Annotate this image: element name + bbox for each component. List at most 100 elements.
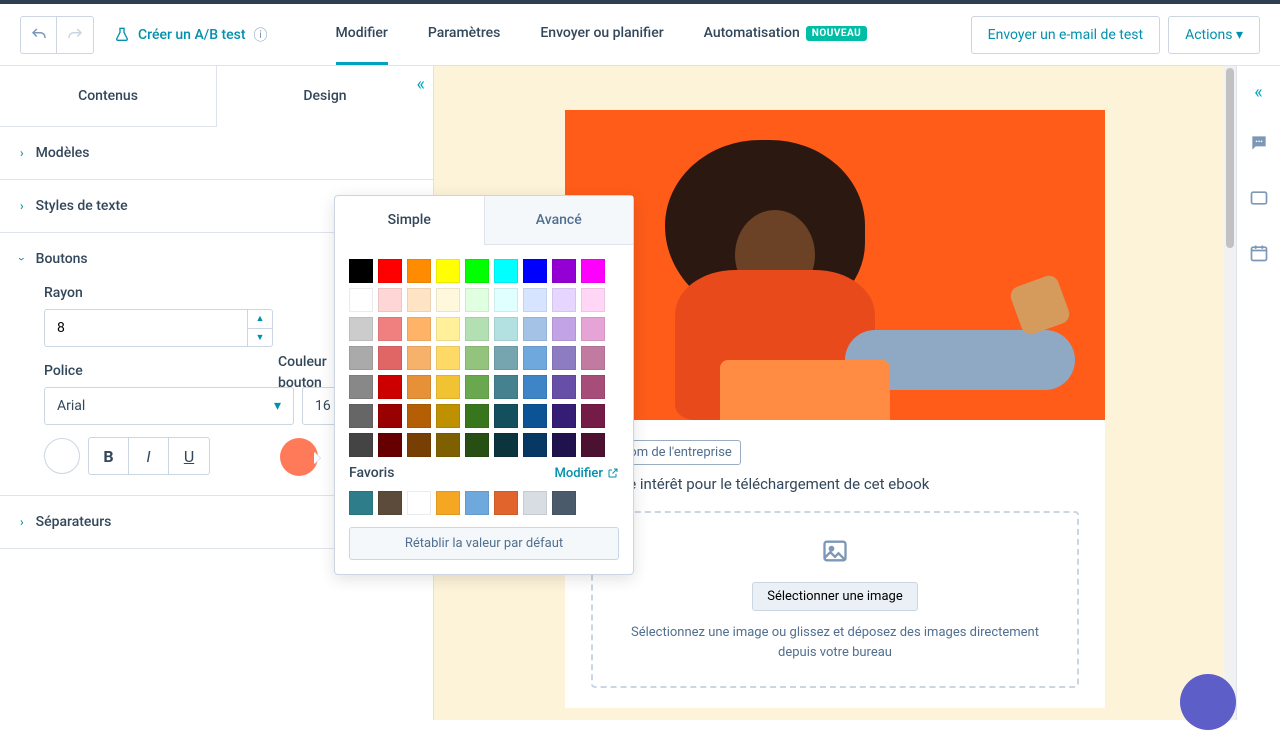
color-swatch[interactable] [378, 259, 402, 283]
sidebar-tab-contenus[interactable]: Contenus [0, 66, 217, 127]
color-swatch[interactable] [523, 288, 547, 312]
send-test-button[interactable]: Envoyer un e-mail de test [971, 16, 1160, 54]
color-swatch[interactable] [407, 346, 431, 370]
color-swatch[interactable] [436, 346, 460, 370]
button-color-swatch[interactable] [280, 438, 318, 476]
color-swatch[interactable] [407, 375, 431, 399]
collapse-sidebar-button[interactable]: « [417, 74, 425, 95]
tab-envoyer[interactable]: Envoyer ou planifier [540, 4, 663, 65]
color-swatch[interactable] [494, 288, 518, 312]
color-swatch[interactable] [581, 317, 605, 341]
favorite-swatch[interactable] [552, 491, 576, 515]
color-tab-advanced[interactable]: Avancé [485, 196, 634, 245]
color-swatch[interactable] [349, 288, 373, 312]
color-swatch[interactable] [581, 375, 605, 399]
modify-favorites-link[interactable]: Modifier [554, 466, 619, 481]
favorite-swatch[interactable] [494, 491, 518, 515]
color-swatch[interactable] [552, 288, 576, 312]
italic-button[interactable]: I [129, 438, 169, 474]
color-swatch[interactable] [465, 404, 489, 428]
color-swatch[interactable] [436, 433, 460, 457]
color-swatch[interactable] [494, 375, 518, 399]
color-swatch[interactable] [436, 317, 460, 341]
color-swatch[interactable] [349, 317, 373, 341]
color-swatch[interactable] [581, 433, 605, 457]
color-swatch[interactable] [523, 346, 547, 370]
color-swatch[interactable] [465, 346, 489, 370]
color-swatch[interactable] [436, 404, 460, 428]
redo-button[interactable] [57, 17, 93, 53]
favorite-swatch[interactable] [465, 491, 489, 515]
color-swatch[interactable] [378, 375, 402, 399]
tab-parametres[interactable]: Paramètres [428, 4, 501, 65]
color-swatch[interactable] [407, 317, 431, 341]
actions-button[interactable]: Actions ▾ [1168, 16, 1260, 54]
hero-image[interactable] [565, 110, 1105, 420]
text-color-swatch[interactable] [44, 438, 80, 474]
section-modeles[interactable]: ›Modèles [0, 127, 433, 179]
color-swatch[interactable] [378, 288, 402, 312]
favorite-swatch[interactable] [407, 491, 431, 515]
color-swatch[interactable] [552, 259, 576, 283]
color-swatch[interactable] [581, 404, 605, 428]
color-swatch[interactable] [465, 317, 489, 341]
favorite-swatch[interactable] [349, 491, 373, 515]
color-swatch[interactable] [465, 433, 489, 457]
reset-color-button[interactable]: Rétablir la valeur par défaut [349, 527, 619, 560]
color-swatch[interactable] [494, 317, 518, 341]
color-swatch[interactable] [581, 259, 605, 283]
color-swatch[interactable] [523, 259, 547, 283]
color-swatch[interactable] [494, 404, 518, 428]
color-swatch[interactable] [494, 433, 518, 457]
color-swatch[interactable] [407, 433, 431, 457]
color-swatch[interactable] [465, 259, 489, 283]
preview-icon[interactable] [1249, 188, 1269, 213]
color-swatch[interactable] [552, 433, 576, 457]
font-select[interactable]: Arial▾ [44, 387, 294, 425]
color-swatch[interactable] [523, 433, 547, 457]
bold-button[interactable]: B [89, 438, 129, 474]
collapse-rail-button[interactable]: « [1254, 82, 1262, 103]
color-swatch[interactable] [436, 375, 460, 399]
select-image-button[interactable]: Sélectionner une image [752, 582, 917, 611]
color-swatch[interactable] [581, 346, 605, 370]
favorite-swatch[interactable] [523, 491, 547, 515]
color-swatch[interactable] [494, 259, 518, 283]
calendar-icon[interactable] [1249, 243, 1269, 268]
color-swatch[interactable] [378, 346, 402, 370]
color-swatch[interactable] [494, 346, 518, 370]
help-fab[interactable] [1180, 674, 1236, 730]
color-swatch[interactable] [349, 433, 373, 457]
color-swatch[interactable] [349, 404, 373, 428]
color-swatch[interactable] [523, 375, 547, 399]
color-swatch[interactable] [436, 288, 460, 312]
color-swatch[interactable] [552, 317, 576, 341]
color-swatch[interactable] [465, 375, 489, 399]
radius-step-down[interactable]: ▼ [248, 329, 272, 347]
color-swatch[interactable] [378, 317, 402, 341]
underline-button[interactable]: U [169, 438, 209, 474]
color-swatch[interactable] [552, 375, 576, 399]
tab-automatisation[interactable]: Automatisation NOUVEAU [704, 4, 868, 65]
color-swatch[interactable] [523, 404, 547, 428]
favorite-swatch[interactable] [436, 491, 460, 515]
color-swatch[interactable] [349, 346, 373, 370]
color-swatch[interactable] [378, 433, 402, 457]
undo-button[interactable] [21, 17, 57, 53]
color-swatch[interactable] [349, 259, 373, 283]
color-swatch[interactable] [378, 404, 402, 428]
color-swatch[interactable] [407, 259, 431, 283]
image-dropzone[interactable]: Sélectionner une image Sélectionnez une … [591, 511, 1079, 688]
color-swatch[interactable] [407, 404, 431, 428]
color-swatch[interactable] [349, 375, 373, 399]
color-swatch[interactable] [523, 317, 547, 341]
color-swatch[interactable] [407, 288, 431, 312]
color-swatch[interactable] [552, 404, 576, 428]
comments-icon[interactable] [1249, 133, 1269, 158]
color-tab-simple[interactable]: Simple [335, 196, 485, 245]
color-swatch[interactable] [465, 288, 489, 312]
sidebar-tab-design[interactable]: Design [217, 66, 433, 127]
favorite-swatch[interactable] [378, 491, 402, 515]
color-swatch[interactable] [436, 259, 460, 283]
tab-modifier[interactable]: Modifier [336, 4, 388, 65]
